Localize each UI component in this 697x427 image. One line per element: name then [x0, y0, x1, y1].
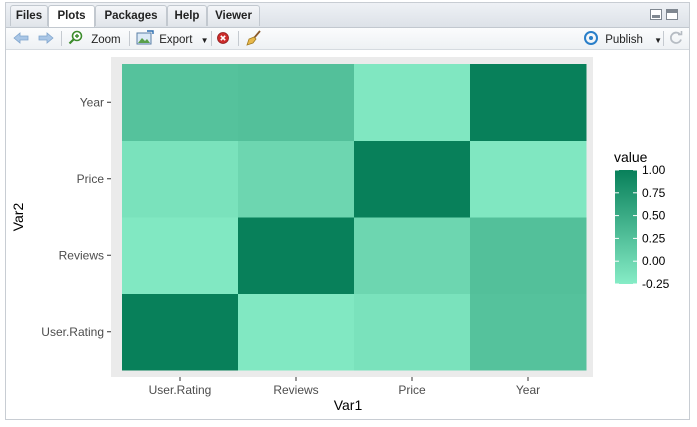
publish-button[interactable]: Publish ▼: [583, 30, 662, 47]
y-tick-label: Year: [80, 95, 104, 109]
y-tick-label: Reviews: [59, 248, 104, 262]
image-export-icon: [136, 30, 154, 45]
x-tick-label: User.Rating: [149, 383, 212, 397]
x-tick-label: Price: [398, 383, 426, 397]
chevron-down-icon: ▼: [654, 36, 663, 45]
heatmap-cell: [238, 217, 355, 294]
export-button[interactable]: Export ▼: [136, 30, 209, 47]
heatmap-cell: [122, 293, 239, 371]
heatmap-cell: [470, 64, 587, 141]
heatmap-cell: [238, 140, 355, 218]
plots-pane: Files Plots Packages Help Viewer Zoom Ex…: [5, 2, 690, 420]
forward-button[interactable]: [37, 30, 55, 47]
maximize-pane-button[interactable]: [666, 9, 678, 20]
clear-plots-button[interactable]: [246, 30, 262, 47]
pane-tabbar: Files Plots Packages Help Viewer: [6, 3, 689, 28]
toolbar-separator: [129, 31, 130, 46]
toolbar-separator: [211, 31, 212, 46]
heatmap-cell: [354, 217, 471, 294]
tab-packages[interactable]: Packages: [95, 5, 167, 26]
heatmap-cell: [470, 293, 587, 371]
legend-colorbar: [615, 170, 637, 284]
zoom-button[interactable]: Zoom: [68, 30, 121, 47]
minimize-pane-button[interactable]: [650, 9, 662, 20]
toolbar-separator: [663, 31, 664, 46]
arrow-right-icon: [38, 32, 54, 44]
heatmap-cell: [122, 64, 239, 141]
legend-tick-label: 0.25: [642, 231, 666, 245]
publish-label: Publish: [605, 34, 643, 46]
remove-plot-button[interactable]: [216, 30, 230, 47]
publish-icon: [584, 31, 598, 45]
x-axis-title: Var1: [334, 397, 363, 413]
export-label: Export: [159, 34, 193, 46]
x-tick-label: Reviews: [273, 383, 318, 397]
legend-tick-label: 0.75: [642, 186, 666, 200]
tab-files[interactable]: Files: [10, 5, 48, 26]
zoom-label: Zoom: [91, 34, 121, 46]
plot-area: User.Rating Reviews Price Year User.Rating R…: [6, 50, 689, 423]
x-tick-label: Year: [516, 383, 540, 397]
toolbar-separator: [238, 31, 239, 46]
heatmap-cell: [354, 140, 471, 218]
y-tick-label: User.Rating: [41, 325, 104, 339]
toolbar-separator: [61, 31, 62, 46]
tab-plots[interactable]: Plots: [48, 5, 95, 27]
legend-tick-label: 0.00: [642, 254, 666, 268]
tab-help[interactable]: Help: [167, 5, 207, 26]
plots-toolbar: Zoom Export ▼ Publish ▼: [6, 28, 689, 50]
refresh-icon: [670, 31, 683, 44]
legend-tick-label: 0.50: [642, 209, 666, 223]
heatmap-cell: [238, 64, 355, 141]
legend-tick-label: -0.25: [642, 277, 670, 291]
heatmap-cell: [238, 293, 355, 371]
arrow-left-icon: [13, 32, 29, 44]
chevron-down-icon: ▼: [200, 36, 209, 45]
heatmap-cell: [122, 140, 239, 218]
correlation-heatmap: User.Rating Reviews Price Year User.Rating R…: [10, 57, 670, 413]
tab-viewer[interactable]: Viewer: [207, 5, 260, 26]
broom-icon: [246, 30, 261, 46]
heatmap-cell: [122, 217, 239, 294]
heatmap-cell: [354, 293, 471, 371]
heatmap-cell: [354, 64, 471, 141]
close-circle-icon: [217, 32, 229, 44]
back-button[interactable]: [12, 30, 30, 47]
y-axis-title: Var2: [10, 203, 26, 232]
legend-tick-label: 1.00: [642, 163, 666, 177]
heatmap-cell: [470, 217, 587, 294]
refresh-button[interactable]: [668, 30, 684, 47]
y-tick-label: Price: [77, 172, 105, 186]
magnifier-icon: [68, 30, 83, 45]
heatmap-cell: [470, 140, 587, 218]
